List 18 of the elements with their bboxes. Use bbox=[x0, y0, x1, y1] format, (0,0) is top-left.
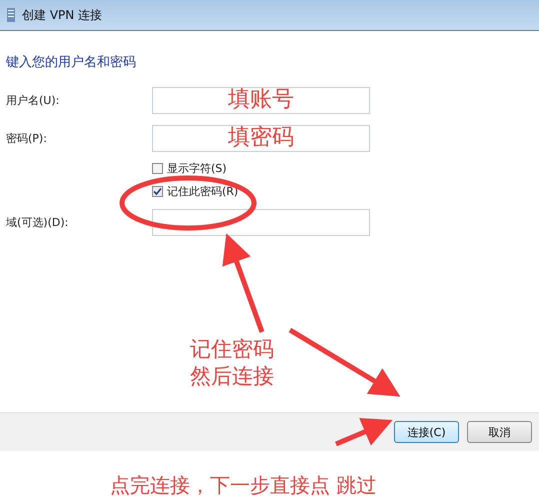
checkbox[interactable] bbox=[152, 186, 163, 197]
field-label: 密码(P): bbox=[6, 130, 48, 146]
dialog-button[interactable]: 取消 bbox=[467, 421, 532, 443]
annotation-text: 点完连接，下一步直接点 跳过 bbox=[110, 472, 376, 496]
field-label: 域(可选)(D): bbox=[6, 214, 70, 230]
checkbox[interactable] bbox=[152, 163, 163, 174]
window-title: 创建 VPN 连接 bbox=[22, 6, 102, 24]
dialog-heading: 键入您的用户名和密码 bbox=[6, 54, 137, 71]
dialog-button[interactable]: 连接(C) bbox=[394, 421, 459, 443]
checkbox-label: 记住此密码(R) bbox=[167, 184, 238, 199]
checkbox-label: 显示字符(S) bbox=[167, 161, 227, 176]
arrow bbox=[335, 418, 393, 446]
input-field[interactable]: 填密码 bbox=[152, 124, 370, 152]
network-icon bbox=[6, 7, 16, 23]
annotation-text: 记住密码 然后连接 bbox=[190, 336, 274, 390]
input-field[interactable]: 填账号 bbox=[152, 86, 370, 114]
input-field[interactable] bbox=[152, 208, 370, 236]
field-label: 用户名(U): bbox=[6, 92, 60, 108]
